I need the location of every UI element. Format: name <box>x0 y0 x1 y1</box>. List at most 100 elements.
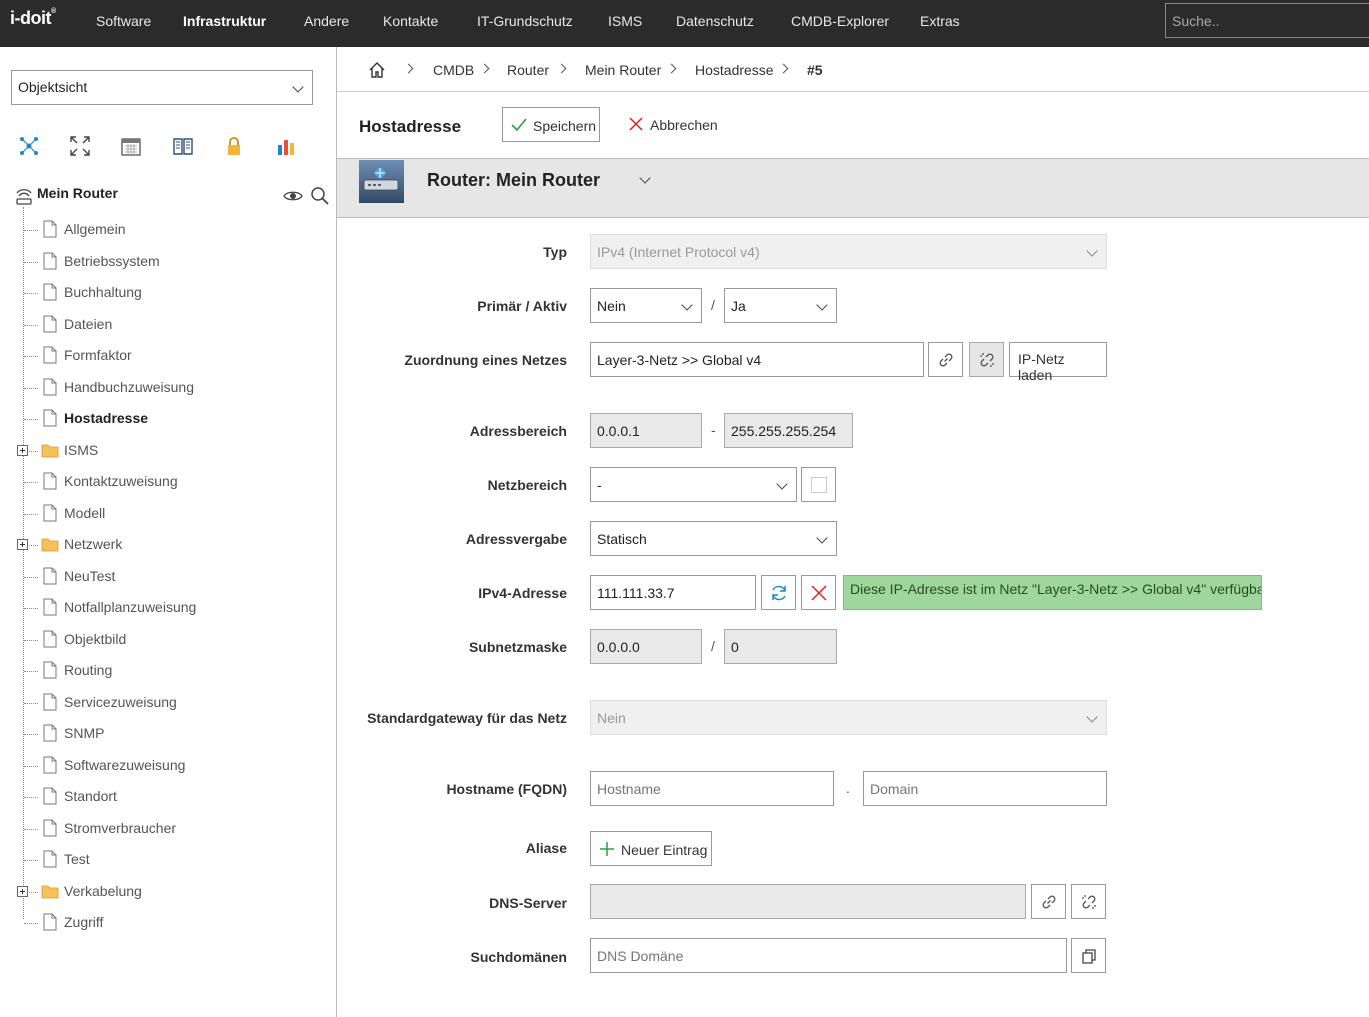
breadcrumb-hostadresse[interactable]: Hostadresse <box>695 62 774 78</box>
sidebar-item-label: Handbuchzuweisung <box>64 378 194 395</box>
adressbereich-label: Adressbereich <box>469 423 567 439</box>
view-select[interactable]: Objektsicht <box>11 70 313 105</box>
breadcrumb-separator <box>479 63 490 74</box>
book-icon[interactable] <box>172 135 194 157</box>
nav-datenschutz[interactable]: Datenschutz <box>676 13 754 29</box>
netzbereich-label: Netzbereich <box>487 477 567 493</box>
save-button-label: Speichern <box>533 118 597 134</box>
expand-icon[interactable] <box>69 135 91 157</box>
gateway-select[interactable]: Nein <box>590 700 1107 735</box>
nav-andere[interactable]: Andere <box>304 13 349 29</box>
range-separator: - <box>711 422 716 438</box>
save-button[interactable]: Speichern <box>502 107 600 142</box>
dns-link-button[interactable] <box>1031 884 1066 919</box>
tree-connector <box>24 702 38 704</box>
unlink-icon <box>1082 895 1096 909</box>
sidebar-item-label: Objektbild <box>64 630 127 647</box>
suchdomaenen-label: Suchdomänen <box>470 949 567 965</box>
expand-plus-icon[interactable] <box>17 444 28 456</box>
lock-icon[interactable] <box>223 135 245 157</box>
hostname-input[interactable] <box>590 771 834 806</box>
chevron-down-icon <box>1086 245 1098 257</box>
cancel-button[interactable]: Abbrechen <box>622 107 722 142</box>
ipv4-input[interactable]: 111.111.33.7 <box>590 575 756 610</box>
netzbereich-checkbox-button[interactable] <box>801 467 836 502</box>
primary-select[interactable]: Nein <box>590 288 702 323</box>
document-icon <box>43 693 57 710</box>
sidebar-item-label: Dateien <box>64 315 113 332</box>
nav-it-grundschutz[interactable]: IT-Grundschutz <box>477 13 573 29</box>
tree-connector <box>24 734 38 735</box>
copy-domain-button[interactable] <box>1071 938 1106 973</box>
tree-connector <box>24 923 38 924</box>
expand-plus-icon[interactable] <box>17 539 28 550</box>
typ-select[interactable]: IPv4 (Internet Protocol v4) <box>590 234 1107 269</box>
chevron-down-icon <box>816 299 828 311</box>
breadcrumb-cmdb[interactable]: CMDB <box>433 62 474 78</box>
router-image-icon <box>363 168 399 191</box>
nav-software[interactable]: Software <box>96 13 151 29</box>
document-icon <box>43 472 57 490</box>
nav-infrastruktur[interactable]: Infrastruktur <box>183 13 266 29</box>
subnet-separator: / <box>711 638 715 654</box>
netz-input[interactable]: Layer-3-Netz >> Global v4 <box>590 342 924 377</box>
nav-kontakte[interactable]: Kontakte <box>383 13 438 29</box>
logo-text: i-doit <box>10 8 51 28</box>
eye-icon[interactable] <box>283 188 303 204</box>
breadcrumb-router[interactable]: Router <box>507 62 549 78</box>
typ-value: IPv4 (Internet Protocol v4) <box>597 244 760 260</box>
tree-line <box>23 207 24 919</box>
app-logo[interactable]: i-doit® <box>10 8 56 29</box>
tree-connector <box>24 356 38 357</box>
dns-unlink-button[interactable] <box>1071 884 1106 919</box>
search-input[interactable] <box>1165 3 1369 38</box>
document-icon <box>43 850 57 868</box>
tree-root-object[interactable]: Mein Router <box>37 185 118 201</box>
nav-cmdb-explorer[interactable]: CMDB-Explorer <box>791 13 889 29</box>
folder-icon <box>41 538 59 552</box>
tree-connector <box>24 261 38 263</box>
object-menu-chevron-icon[interactable] <box>639 172 651 184</box>
ipv4-label: IPv4-Adresse <box>478 585 567 601</box>
toolbar: Hostadresse Speichern Abbrechen <box>337 92 1369 158</box>
refresh-ip-button[interactable] <box>761 575 796 610</box>
breadcrumb-separator <box>556 63 567 74</box>
link-net-button[interactable] <box>928 342 963 377</box>
netzbereich-select[interactable]: - <box>590 467 797 502</box>
home-icon[interactable] <box>368 61 386 79</box>
expand-plus-icon[interactable] <box>17 885 28 897</box>
chevron-down-icon <box>816 532 828 544</box>
document-icon <box>43 819 57 836</box>
nav-extras[interactable]: Extras <box>920 13 960 29</box>
range-from-field: 0.0.0.1 <box>590 413 702 448</box>
adressvergabe-select[interactable]: Statisch <box>590 521 837 556</box>
active-select[interactable]: Ja <box>724 288 837 323</box>
new-alias-button[interactable]: Neuer Eintrag <box>590 831 712 866</box>
primaer-label: Primär / Aktiv <box>477 298 567 314</box>
breadcrumb-mein-router[interactable]: Mein Router <box>585 62 661 78</box>
tree-connector <box>24 513 38 515</box>
dns-server-field <box>590 884 1026 919</box>
bar-chart-icon[interactable] <box>275 135 297 157</box>
primaer-separator: / <box>711 297 715 313</box>
relations-icon[interactable] <box>18 135 40 157</box>
active-value: Ja <box>731 298 746 314</box>
document-icon <box>43 567 57 584</box>
domain-input[interactable] <box>863 771 1107 806</box>
page-title: Hostadresse <box>359 117 462 136</box>
search-icon[interactable] <box>310 186 330 206</box>
sidebar-item-label: Test <box>64 851 90 867</box>
load-net-button[interactable]: IP-Netz laden <box>1009 342 1107 383</box>
clear-ip-button[interactable] <box>801 575 836 610</box>
sidebar-item-label: Hostadresse <box>64 410 149 426</box>
close-icon <box>811 585 827 601</box>
check-icon <box>511 118 527 132</box>
unlink-net-button[interactable] <box>969 342 1004 377</box>
tree-connector <box>24 230 38 231</box>
search-domain-input[interactable] <box>590 938 1067 973</box>
cidr-field: 0 <box>724 629 837 664</box>
document-icon <box>43 346 57 364</box>
nav-isms[interactable]: ISMS <box>608 13 642 29</box>
tree-connector <box>24 671 38 672</box>
calendar-icon[interactable] <box>120 135 142 157</box>
